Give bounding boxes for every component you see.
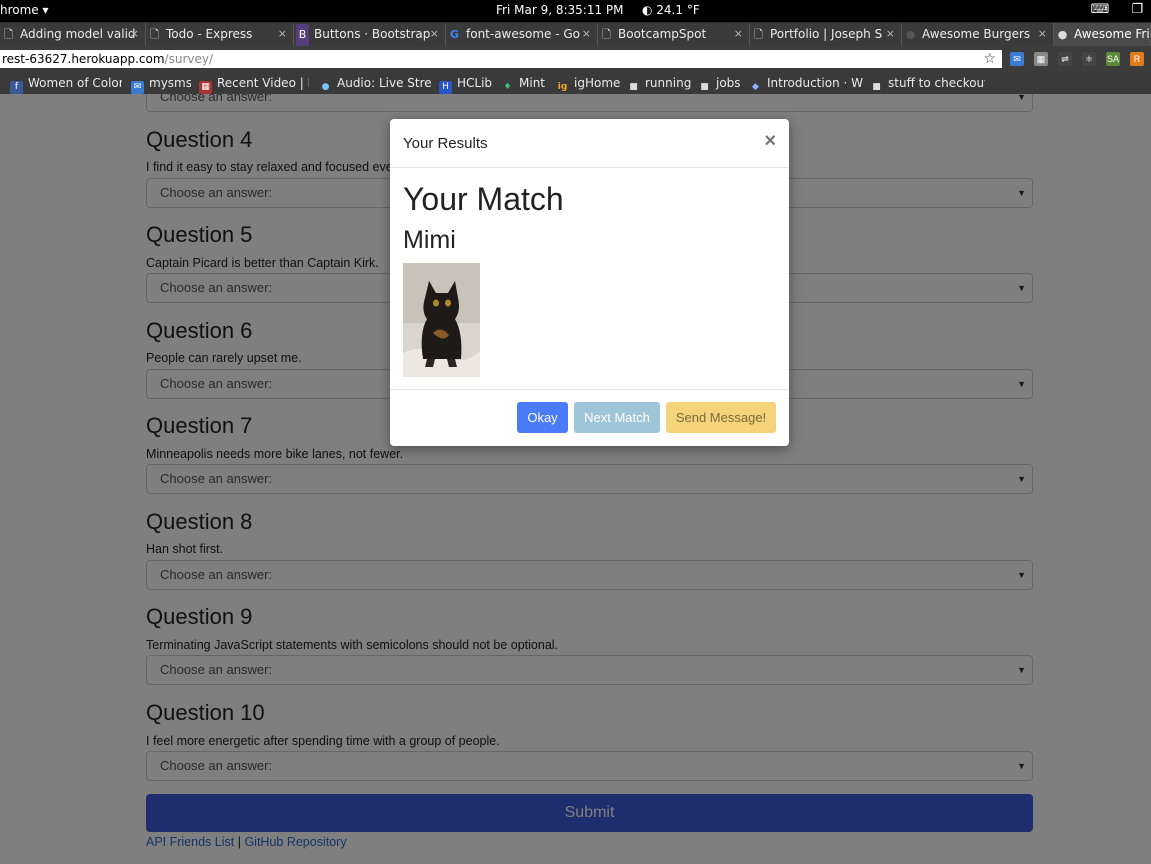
bootstrap-icon: B — [296, 24, 309, 46]
doc-icon: 🗋 — [754, 28, 763, 41]
address-bar-row: rest-63627.herokuapp.com/survey/ ☆ ✉ ▦ ⇌… — [0, 46, 1151, 72]
hclib-icon: H — [439, 81, 452, 94]
mysms-extension-icon[interactable]: ✉ — [1010, 52, 1024, 66]
bookmark-item[interactable]: ✉ mysms — [131, 72, 191, 94]
extension-icon[interactable]: ⇌ — [1058, 52, 1072, 66]
google-icon: G — [449, 28, 460, 41]
folder-icon: ■ — [872, 82, 881, 92]
results-modal: Your Results × Your Match Mimi Okay Next… — [390, 119, 789, 446]
url-host: rest-63627.herokuapp.com — [2, 52, 165, 66]
folder-icon: ■ — [629, 82, 638, 92]
modal-header: Your Results × — [390, 119, 789, 168]
os-top-bar: hrome ▾ Fri Mar 9, 8:35:11 PM ◐ 24.1 °F … — [0, 0, 1151, 22]
app-menu[interactable]: hrome ▾ — [0, 3, 49, 17]
rss-extension-icon[interactable]: R — [1130, 52, 1144, 66]
modal-title: Your Results — [403, 135, 488, 152]
window-icon[interactable]: ❐ — [1131, 2, 1143, 17]
tab-label: BootcampSpot — [618, 27, 707, 41]
browser-tab[interactable]: Gfont-awesome - Go × — [446, 23, 598, 46]
close-tab-icon[interactable]: × — [430, 23, 439, 45]
doc-icon: 🗋 — [150, 28, 159, 41]
qr-extension-icon[interactable]: ▦ — [1034, 52, 1048, 66]
bookmark-item[interactable]: ▦ Recent Video | P — [199, 72, 309, 94]
react-devtools-icon[interactable]: ⚛ — [1082, 52, 1096, 66]
mysms-icon: ✉ — [131, 81, 144, 94]
close-tab-icon[interactable]: × — [130, 23, 139, 45]
doc-icon: 🗋 — [602, 28, 611, 41]
tab-label: Todo - Express — [166, 27, 253, 41]
close-tab-icon[interactable]: × — [886, 23, 895, 45]
bookmark-folder[interactable]: ■ running — [627, 72, 692, 94]
browser-tab[interactable]: 🗋 Adding model valid × — [0, 23, 146, 46]
tab-label: Buttons · Bootstrap — [314, 27, 431, 41]
tab-label: font-awesome - Go — [466, 27, 581, 41]
tab-label: Awesome Burgers — [922, 27, 1031, 41]
bookmark-item[interactable]: f Women of Color — [10, 72, 122, 94]
bookmark-item[interactable]: ● Audio: Live Strea — [319, 72, 431, 94]
github-icon: ● — [905, 28, 916, 41]
github-icon: ● — [1057, 28, 1068, 41]
system-tray: ⌨ ❐ — [1091, 2, 1143, 17]
bookmark-item[interactable]: ♦ Mint — [501, 72, 551, 94]
bookmark-folder[interactable]: ■ jobs — [698, 72, 743, 94]
match-heading: Your Match — [403, 181, 564, 217]
close-tab-icon[interactable]: × — [1038, 23, 1047, 45]
audio-icon: ● — [321, 82, 330, 92]
browser-tab[interactable]: 🗋 Todo - Express × — [146, 23, 294, 46]
next-match-button[interactable]: Next Match — [574, 402, 660, 433]
url-path: /survey/ — [164, 52, 214, 66]
close-icon[interactable]: × — [764, 130, 776, 153]
graduation-cap-icon: ◆ — [752, 82, 759, 92]
tab-label: Adding model valid — [20, 27, 136, 41]
browser-tab[interactable]: ● Awesome Burgers × — [902, 23, 1054, 46]
bookmark-item[interactable]: ig igHome — [556, 72, 621, 94]
video-icon: ▦ — [199, 81, 212, 94]
facebook-icon: f — [10, 81, 23, 94]
sa-extension-icon[interactable]: SA — [1106, 52, 1120, 66]
okay-button[interactable]: Okay — [517, 402, 568, 433]
match-photo — [403, 263, 480, 377]
weather-indicator[interactable]: ◐ 24.1 °F — [642, 3, 700, 17]
bookmark-item[interactable]: ◆ Introduction · W — [749, 72, 864, 94]
tab-label: Portfolio | Joseph S — [770, 27, 883, 41]
url-field[interactable]: rest-63627.herokuapp.com/survey/ ☆ — [0, 50, 1002, 68]
bookmark-star-icon[interactable]: ☆ — [983, 50, 996, 68]
send-message-button[interactable]: Send Message! — [666, 402, 776, 433]
match-name: Mimi — [403, 226, 456, 254]
ighome-icon: ig — [557, 82, 568, 92]
folder-icon: ■ — [700, 82, 709, 92]
browser-tab[interactable]: B Buttons · Bootstrap × — [294, 23, 446, 46]
close-tab-icon[interactable]: × — [582, 23, 591, 45]
browser-tab[interactable]: 🗋 BootcampSpot × — [598, 23, 750, 46]
mint-icon: ♦ — [503, 82, 512, 92]
close-tab-icon[interactable]: × — [278, 23, 287, 45]
bookmark-folder[interactable]: ■ stuff to checkout — [870, 72, 985, 94]
doc-icon: 🗋 — [4, 28, 13, 41]
close-tab-icon[interactable]: × — [734, 23, 743, 45]
clock[interactable]: Fri Mar 9, 8:35:11 PM — [496, 3, 624, 17]
tab-label: Awesome Fri — [1074, 27, 1150, 41]
keyboard-icon[interactable]: ⌨ — [1091, 2, 1110, 17]
browser-tab-active[interactable]: ● Awesome Fri — [1054, 23, 1151, 46]
browser-tab[interactable]: 🗋 Portfolio | Joseph S × — [750, 23, 902, 46]
bookmarks-bar: f Women of Color ✉ mysms ▦ Recent Video | P… — [0, 72, 1151, 94]
bookmark-item[interactable]: H HCLib — [439, 72, 494, 94]
tab-strip: 🗋 Adding model valid × 🗋 Todo - Express × BB… — [0, 22, 1151, 46]
